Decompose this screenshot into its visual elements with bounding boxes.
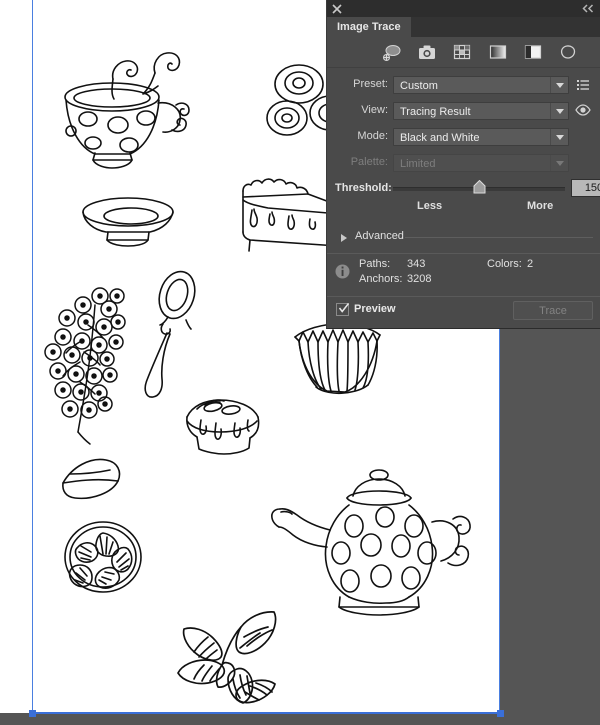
artwork-spoon xyxy=(144,270,196,398)
trace-button: Trace xyxy=(513,301,593,320)
selection-handle-right[interactable] xyxy=(497,710,504,717)
eye-icon[interactable] xyxy=(575,104,591,116)
selection-handle-left[interactable] xyxy=(29,710,36,717)
artwork-tart xyxy=(186,399,260,455)
chevron-down-icon xyxy=(550,103,568,119)
artwork-currants xyxy=(44,287,126,445)
grayscale-icon[interactable] xyxy=(488,42,508,62)
threshold-less-label: Less xyxy=(417,200,443,212)
triangle-right-icon xyxy=(341,234,347,242)
threshold-more-label: More xyxy=(527,200,554,212)
palette-label: Palette: xyxy=(350,156,388,168)
anchors-label: Anchors: xyxy=(359,273,403,285)
view-row[interactable]: View: Tracing Result xyxy=(327,100,600,122)
palette-value: Limited xyxy=(400,158,436,170)
preset-menu-icon[interactable] xyxy=(577,79,589,91)
threshold-input[interactable]: 150 xyxy=(571,179,600,197)
preset-value: Custom xyxy=(400,80,438,92)
anchors-value: 3208 xyxy=(407,273,432,285)
mode-row[interactable]: Mode: Black and White xyxy=(327,126,600,148)
palette-row: Palette: Limited xyxy=(327,152,600,174)
black-and-white-icon[interactable] xyxy=(523,42,543,62)
artwork-saucer xyxy=(82,197,174,247)
preset-row[interactable]: Preset: Custom xyxy=(327,74,600,96)
artwork-mint-sprig xyxy=(177,611,277,704)
preview-label[interactable]: Preview xyxy=(354,303,396,315)
selection-baseline xyxy=(32,712,501,714)
threshold-slider-thumb[interactable] xyxy=(473,180,486,194)
image-trace-panel[interactable]: Image Trace Preset: Custom View: Tracing… xyxy=(326,0,600,329)
preset-label: Preset: xyxy=(353,78,388,90)
chevron-down-icon xyxy=(550,129,568,145)
mode-label: Mode: xyxy=(357,130,388,142)
divider xyxy=(405,237,593,238)
panel-tabbar[interactable]: Image Trace xyxy=(327,17,600,37)
checkmark-icon xyxy=(338,303,350,313)
advanced-disclosure[interactable]: Advanced xyxy=(327,230,600,246)
chevron-down-icon xyxy=(550,155,568,171)
paths-value: 343 xyxy=(407,258,426,270)
panel-footer[interactable]: Preview Trace xyxy=(327,296,600,329)
colors-label: Colors: xyxy=(487,258,522,270)
preset-icon-row[interactable] xyxy=(327,37,600,68)
artwork-teapot xyxy=(271,469,471,616)
close-icon[interactable] xyxy=(332,4,342,14)
high-color-photo-icon[interactable] xyxy=(417,42,437,62)
paths-label: Paths: xyxy=(359,258,391,270)
colors-value: 2 xyxy=(527,258,534,270)
threshold-label: Threshold: xyxy=(335,182,392,194)
threshold-row[interactable]: Threshold: 150 Less More xyxy=(327,178,600,212)
panel-titlebar[interactable] xyxy=(327,0,600,17)
mode-value: Black and White xyxy=(400,132,480,144)
view-value: Tracing Result xyxy=(400,106,471,118)
preset-dropdown[interactable]: Custom xyxy=(393,76,569,94)
low-color-icon[interactable] xyxy=(452,42,472,62)
artwork-cupcake xyxy=(294,323,381,395)
mode-dropdown[interactable]: Black and White xyxy=(393,128,569,146)
artwork-citrus xyxy=(64,521,142,593)
palette-dropdown: Limited xyxy=(393,154,569,172)
artwork-leaf xyxy=(62,458,121,500)
auto-color-icon[interactable] xyxy=(382,42,402,62)
artwork-teacup xyxy=(64,52,190,169)
info-icon xyxy=(335,264,350,279)
view-label: View: xyxy=(361,104,388,116)
outline-icon[interactable] xyxy=(558,42,578,62)
advanced-label: Advanced xyxy=(355,230,404,242)
trace-info-section: Paths: 343 Anchors: 3208 Colors: 2 xyxy=(327,253,600,292)
view-dropdown[interactable]: Tracing Result xyxy=(393,102,569,120)
double-chevron-left-icon[interactable] xyxy=(582,4,594,13)
chevron-down-icon xyxy=(550,77,568,93)
preview-checkbox[interactable] xyxy=(336,303,350,316)
tab-image-trace[interactable]: Image Trace xyxy=(327,17,411,37)
